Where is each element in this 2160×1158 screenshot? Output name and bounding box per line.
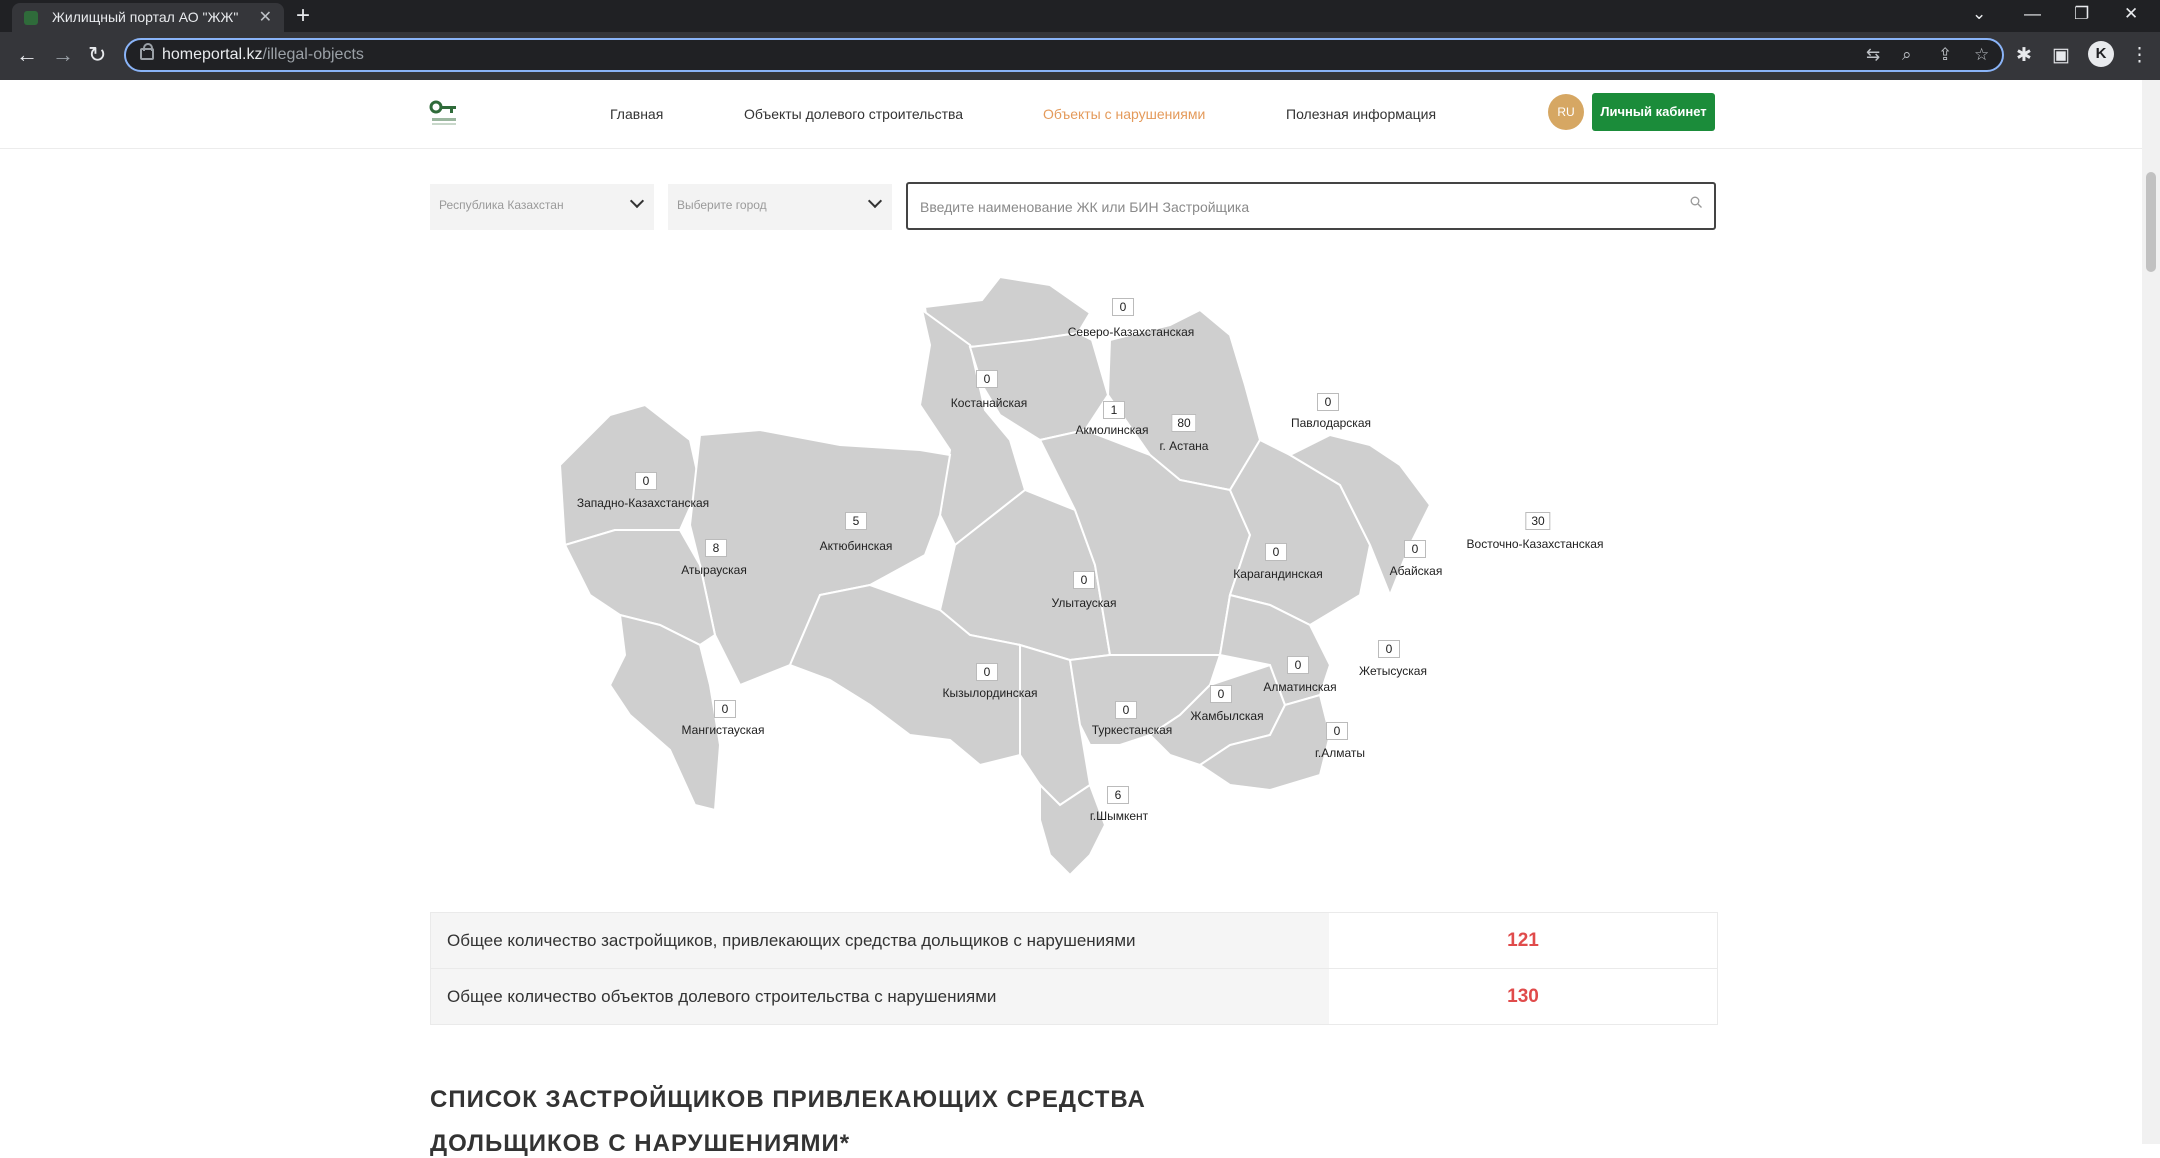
lock-icon[interactable] [140, 43, 154, 60]
forward-icon[interactable]: → [52, 42, 74, 68]
chevron-down-icon [629, 193, 645, 209]
search-icon[interactable] [1690, 196, 1702, 208]
region-count: 80 [1171, 414, 1197, 432]
scrollbar-thumb[interactable] [2146, 172, 2156, 272]
stats-value: 121 [1507, 930, 1539, 951]
region-label[interactable]: Восточно-Казахстанская [1467, 537, 1604, 551]
new-tab-icon[interactable]: + [296, 2, 310, 30]
region-count: 0 [1378, 640, 1400, 658]
side-panel-icon[interactable]: ▣ [2052, 44, 2070, 67]
tab-title: Жилищный портал АО "ЖЖ" [52, 9, 239, 25]
region-label[interactable]: Туркестанская [1092, 723, 1173, 737]
city-select-placeholder: Выберите город [677, 198, 767, 212]
tab-search-icon[interactable]: ⌄ [1972, 4, 1986, 24]
extensions-icon[interactable]: ✱ [2016, 44, 2032, 67]
region-count: 0 [1326, 722, 1348, 740]
region-count: 0 [1112, 298, 1134, 316]
nav-objects[interactable]: Объекты долевого строительства [744, 106, 963, 122]
zoom-icon[interactable]: ⌕ [1902, 45, 1912, 65]
country-select-value: Республика Казахстан [439, 198, 564, 212]
back-icon[interactable]: ← [16, 42, 38, 68]
url-text: homeportal.kz/illegal-objects [162, 46, 364, 63]
browser-menu-icon[interactable]: ⋮ [2130, 44, 2149, 67]
region-shymkent[interactable] [1039, 782, 1107, 877]
city-select[interactable]: Выберите город [668, 184, 892, 230]
section-title: СПИСОК ЗАСТРОЙЩИКОВ ПРИВЛЕКАЮЩИХ СРЕДСТВ… [430, 1086, 1146, 1113]
region-count: 0 [1404, 540, 1426, 558]
stats-value: 130 [1507, 986, 1539, 1007]
nav-home[interactable]: Главная [610, 106, 663, 122]
region-count: 8 [705, 539, 727, 557]
stats-label: Общее количество объектов долевого строи… [431, 969, 1329, 1024]
profile-avatar[interactable]: K [2088, 41, 2114, 67]
chevron-down-icon [867, 193, 883, 209]
site-favicon-icon [24, 11, 38, 25]
region-label[interactable]: Алматинская [1263, 680, 1336, 694]
reload-icon[interactable]: ↻ [88, 42, 106, 68]
region-label[interactable]: Западно-Казахстанская [577, 496, 709, 510]
section-title-line2: ДОЛЬЩИКОВ С НАРУШЕНИЯМИ* [430, 1130, 851, 1157]
region-label[interactable]: Костанайская [951, 396, 1027, 410]
region-label[interactable]: Актюбинская [820, 539, 893, 553]
region-count: 6 [1107, 786, 1129, 804]
violations-stats-table: Общее количество застройщиков, привлекаю… [430, 912, 1718, 1025]
region-label[interactable]: Северо-Казахстанская [1068, 325, 1195, 339]
region-count: 0 [714, 700, 736, 718]
site-logo-icon[interactable] [428, 98, 460, 128]
region-label[interactable]: Карагандинская [1233, 567, 1322, 581]
stats-label: Общее количество застройщиков, привлекаю… [431, 913, 1329, 968]
region-label[interactable]: Павлодарская [1291, 416, 1371, 430]
region-label[interactable]: Акмолинская [1076, 423, 1149, 437]
address-bar[interactable]: homeportal.kz/illegal-objects ⇆ ⌕ ⇪ ☆ [124, 38, 2004, 72]
country-select[interactable]: Республика Казахстан [430, 184, 654, 230]
search-box[interactable] [906, 182, 1716, 230]
region-count: 0 [635, 472, 657, 490]
region-count: 0 [1287, 656, 1309, 674]
region-label[interactable]: г. Астана [1160, 439, 1209, 453]
stats-row: Общее количество объектов долевого строи… [431, 969, 1717, 1024]
region-west-kazakhstan[interactable] [558, 403, 702, 547]
region-label[interactable]: Улытауская [1052, 596, 1117, 610]
browser-tab-bar: Жилищный портал АО "ЖЖ" ✕ + ⌄ — ❐ ✕ [0, 0, 2160, 32]
search-input[interactable] [918, 194, 1662, 220]
region-label[interactable]: г.Алматы [1315, 746, 1365, 760]
region-count: 0 [1115, 701, 1137, 719]
close-window-icon[interactable]: ✕ [2124, 4, 2138, 24]
stats-row: Общее количество застройщиков, привлекаю… [431, 913, 1717, 969]
region-label[interactable]: Мангистауская [682, 723, 765, 737]
region-count: 0 [976, 663, 998, 681]
region-label[interactable]: Жамбылская [1190, 709, 1263, 723]
language-switch[interactable]: RU [1548, 94, 1584, 130]
region-count: 0 [1265, 543, 1287, 561]
restore-icon[interactable]: ❐ [2074, 4, 2089, 24]
minimize-icon[interactable]: — [2024, 4, 2041, 24]
region-label[interactable]: Жетысуская [1359, 664, 1427, 678]
region-count: 5 [845, 512, 867, 530]
region-count: 0 [1210, 685, 1232, 703]
browser-toolbar: ← → ↻ homeportal.kz/illegal-objects ⇆ ⌕ … [0, 32, 2160, 80]
region-count: 30 [1525, 512, 1551, 530]
nav-illegal-objects[interactable]: Объекты с нарушениями [1043, 106, 1205, 122]
bookmark-star-icon[interactable]: ☆ [1974, 45, 1989, 65]
page-scrollbar[interactable] [2142, 80, 2160, 1144]
share-icon[interactable]: ⇪ [1938, 45, 1952, 65]
region-label[interactable]: г.Шымкент [1090, 809, 1148, 823]
region-count: 0 [976, 370, 998, 388]
cabinet-button[interactable]: Личный кабинет [1592, 93, 1715, 131]
nav-useful-info[interactable]: Полезная информация [1286, 106, 1436, 122]
region-count: 0 [1317, 393, 1339, 411]
region-label[interactable]: Абайская [1390, 564, 1443, 578]
site-header: Главная Объекты долевого строительства О… [0, 80, 2142, 149]
region-mangystau[interactable] [608, 613, 722, 812]
region-count: 0 [1073, 571, 1095, 589]
close-tab-icon[interactable]: ✕ [259, 7, 272, 27]
region-count: 1 [1103, 401, 1125, 419]
browser-tab[interactable]: Жилищный портал АО "ЖЖ" ✕ [12, 3, 284, 32]
region-label[interactable]: Атырауская [681, 563, 747, 577]
region-label[interactable]: Кызылординская [943, 686, 1038, 700]
translate-icon[interactable]: ⇆ [1866, 45, 1880, 65]
